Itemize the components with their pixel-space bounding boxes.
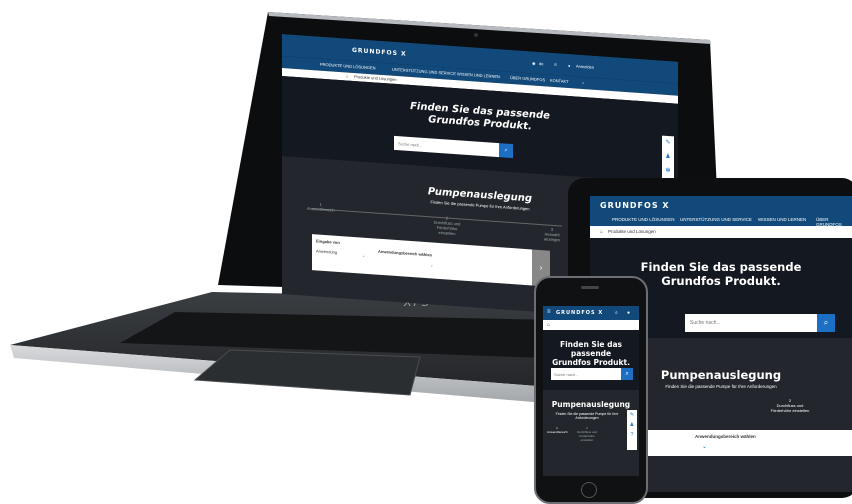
field2-label: Anwendungsbereich wählen	[378, 248, 433, 258]
sizing-form: Eingabe von Anwendung ⌄ Anwendungsbereic…	[312, 234, 532, 286]
nav-item-about[interactable]: ÜBER GRUNDFOS	[510, 75, 545, 82]
hero-title-line1: Finden Sie das passende	[559, 340, 622, 358]
user-icon[interactable]: ●	[568, 63, 570, 68]
wrench-icon[interactable]: ✎	[627, 410, 637, 420]
step-1: 1 Anwendbereich	[547, 426, 568, 434]
nav-item-products[interactable]: PRODUKTE UND LÖSUNGEN	[320, 62, 376, 71]
field2-label: Anwendungsbereich wählen	[695, 434, 756, 439]
search-icon: ⌕	[625, 370, 629, 377]
search-placeholder: Suche nach...	[554, 371, 579, 377]
sizing-subtitle: Finden Sie die passende Pumpe für Ihre A…	[555, 412, 619, 420]
search-button[interactable]: ⌕	[499, 143, 513, 159]
camera-icon	[474, 33, 478, 37]
phone-screen: ≡ GRUNDFOS X ⌕ ● ⌂ Finden Sie das passen…	[543, 306, 639, 476]
tablet-nav: PRODUKTE UND LÖSUNGEN UNTERSTÜTZUNG UND …	[590, 214, 852, 227]
home-icon[interactable]: ⌂	[547, 322, 550, 328]
help-icon[interactable]: ?	[627, 430, 637, 440]
user-icon[interactable]: ●	[627, 310, 630, 316]
search-input[interactable]: Suche nach...	[551, 368, 621, 380]
chevron-down-icon[interactable]: ⌄	[702, 443, 707, 450]
grundfos-logo[interactable]: GRUNDFOS X	[352, 47, 407, 58]
search-placeholder: Suche nach...	[398, 140, 423, 148]
chevron-down-icon[interactable]: ⌄	[362, 253, 365, 258]
search-icon[interactable]: ⌕	[615, 310, 618, 316]
tablet-header: GRUNDFOS X	[590, 196, 852, 214]
phone-header: ≡ GRUNDFOS X ⌕ ●	[543, 306, 639, 320]
search-icon: ⌕	[504, 147, 508, 154]
step-1-label: Anwendbereich	[307, 205, 335, 213]
search-icon: ⌕	[823, 318, 829, 327]
grundfos-logo[interactable]: GRUNDFOS X	[600, 201, 670, 210]
menu-icon[interactable]: ≡	[547, 309, 551, 315]
phone-speaker	[581, 286, 599, 289]
step-2-label: Durchfluss und Förderhöhe einstellen	[433, 219, 461, 237]
login-link[interactable]: Anmelden	[576, 64, 594, 70]
nav-item-support[interactable]: UNTERSTÜTZUNG UND SERVICE	[680, 217, 752, 222]
step-2: 2 Durchfluss und Förderhöhe einstellen	[770, 398, 810, 413]
step-2: 2 Durchfluss und Förderhöhe einstellen	[432, 214, 462, 236]
hero-title: Finden Sie das passende Grundfos Produkt…	[543, 340, 639, 367]
nav-item-contact[interactable]: KONTAKT	[550, 78, 569, 84]
field1-label: Eingabe von	[316, 238, 340, 246]
nav-item-knowledge[interactable]: WISSEN UND LERNEN	[457, 71, 500, 79]
gear-icon[interactable]: ✻	[662, 164, 674, 179]
search-icon[interactable]: ⌕	[582, 80, 584, 85]
search-button[interactable]: ⌕	[621, 368, 633, 380]
hero-title: Finden Sie das passende Grundfos Produkt…	[282, 92, 678, 144]
field1-value[interactable]: Anwendung	[316, 248, 337, 254]
sizing-title: Pumpenauslegung	[551, 400, 631, 409]
step-3-label: Auswahl anzeigen	[543, 231, 561, 243]
phone-device: ≡ GRUNDFOS X ⌕ ● ⌂ Finden Sie das passen…	[534, 276, 648, 504]
nav-item-support[interactable]: UNTERSTÜTZUNG UND SERVICE	[392, 67, 456, 76]
laptop-touchpad	[193, 349, 421, 396]
step-2-label: Durchfluss und Förderhöhe einstellen	[770, 403, 810, 413]
side-toolbar: ✎ ♟ ?	[627, 410, 637, 450]
chevron-down-icon[interactable]: ⌄	[430, 262, 433, 267]
search-input[interactable]: Suche nach...	[685, 314, 817, 332]
breadcrumb: ⌂ Produkte und Lösungen	[590, 226, 852, 238]
home-icon[interactable]: ⌂	[600, 229, 603, 235]
step-2-label: Durchfluss und Förderhöhe einstellen	[576, 430, 597, 442]
grid-icon[interactable]: ⠿	[554, 62, 557, 67]
home-icon[interactable]: ⌂	[346, 73, 348, 78]
language-label[interactable]: de	[539, 61, 543, 66]
step-2: 2 Durchfluss und Förderhöhe einstellen	[573, 426, 601, 442]
breadcrumb-item[interactable]: Produkte und Lösungen	[608, 229, 656, 234]
globe-icon[interactable]: ◉	[532, 60, 536, 65]
step-3: 3 Auswahl anzeigen	[540, 226, 564, 243]
home-button[interactable]	[581, 482, 597, 498]
nav-item-products[interactable]: PRODUKTE UND LÖSUNGEN	[612, 217, 675, 222]
wrench-icon[interactable]: ✎	[662, 136, 674, 151]
step-1: 1 Anwendbereich	[307, 201, 335, 213]
search-input[interactable]: Suche nach...	[394, 135, 499, 158]
step-1-label: Anwendbereich	[547, 430, 568, 434]
search-button[interactable]: ⌕	[817, 314, 835, 332]
sizing-section: Pumpenauslegung Finden Sie die passende …	[543, 390, 639, 476]
people-icon[interactable]: ♟	[662, 150, 674, 165]
hero-title-line2: Grundfos Produkt.	[552, 358, 630, 367]
grundfos-logo[interactable]: GRUNDFOS X	[556, 310, 603, 316]
search-placeholder: Suche nach...	[690, 320, 721, 326]
people-icon[interactable]: ♟	[627, 420, 637, 430]
hero-title-line1: Finden Sie das passende	[640, 260, 802, 274]
breadcrumb: ⌂	[543, 320, 639, 330]
nav-item-knowledge[interactable]: WISSEN UND LERNEN	[758, 217, 806, 222]
